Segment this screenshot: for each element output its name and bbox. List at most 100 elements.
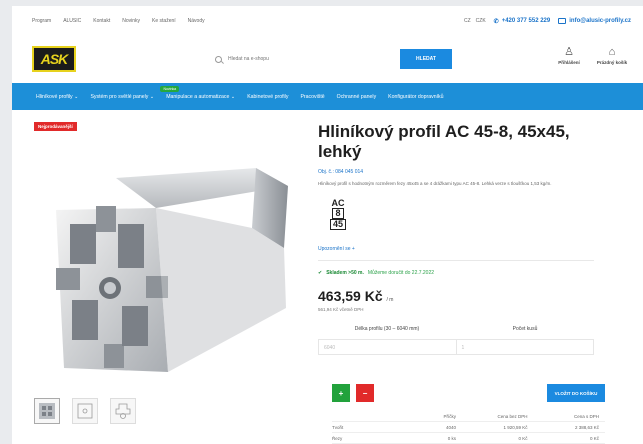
nav-label: Konfigurátor dopravníků bbox=[388, 93, 444, 100]
cart-button[interactable]: ⌂ Prázdný košík bbox=[594, 44, 630, 65]
nav-item-cabinet[interactable]: Kabinetové profily bbox=[247, 94, 288, 100]
nav-label: Kabinetové profily bbox=[247, 93, 289, 100]
price-table: Příčky Cena bez DPH Cena s DPH Tvořit 40… bbox=[332, 411, 605, 444]
main-nav: Hliníkové profily ⌄ Systém pro světlé pa… bbox=[12, 83, 643, 110]
nav-item-configurator[interactable]: Konfigurátor dopravníků bbox=[388, 94, 443, 100]
top-nav-download[interactable]: Ke stažení bbox=[152, 18, 176, 24]
search-button[interactable]: HLEDAT bbox=[400, 49, 452, 69]
table-cell: 4040 bbox=[445, 424, 456, 430]
price-value: 463,59 Kč bbox=[318, 288, 383, 304]
thumbnail-strip bbox=[34, 398, 136, 424]
product-image[interactable] bbox=[56, 158, 288, 386]
login-button[interactable]: ♙ Přihlášení bbox=[551, 44, 587, 65]
search-icon bbox=[215, 55, 222, 63]
thumbnail-photo[interactable] bbox=[34, 398, 60, 424]
nav-label: Ochranné panely bbox=[336, 93, 377, 100]
table-cell: 1 920,59 Kč bbox=[503, 424, 528, 430]
table-header-cell: Cena s DPH bbox=[574, 413, 600, 419]
profile-type-icon: AC 8 45 bbox=[318, 198, 358, 236]
table-row: Řezy 0 ks 0 Kč 0 Kč bbox=[332, 433, 605, 444]
top-right: CZ CZK ✆ +420 377 552 229 info@alusic-pr… bbox=[464, 6, 631, 36]
logo[interactable]: ASK bbox=[32, 46, 76, 72]
price-with-vat: 561,94 Kč včetně DPH bbox=[318, 307, 364, 312]
nav-item-workplace[interactable]: Pracoviště bbox=[300, 94, 324, 100]
top-nav-program[interactable]: Program bbox=[32, 18, 51, 24]
envelope-icon bbox=[558, 18, 567, 24]
nav-label: Hliníkové profily bbox=[36, 93, 73, 100]
price-unit: / m bbox=[386, 297, 394, 303]
table-cell: Řezy bbox=[332, 435, 343, 441]
nav-label: Systém pro světlé panely bbox=[90, 93, 149, 100]
stock-ok: Skladem >50 m. bbox=[326, 270, 364, 276]
top-nav-alusic[interactable]: ALUSIC bbox=[63, 18, 81, 24]
table-cell: 0 Kč bbox=[590, 435, 600, 441]
locale-switch[interactable]: CZ CZK bbox=[464, 18, 486, 24]
phone-link[interactable]: ✆ +420 377 552 229 bbox=[494, 18, 551, 25]
login-label: Přihlášení bbox=[558, 60, 580, 65]
table-cell: Tvořit bbox=[332, 424, 344, 430]
top-nav: Program ALUSIC Kontakt Novinky Ke stažen… bbox=[12, 18, 205, 24]
top-nav-novinky[interactable]: Novinky bbox=[122, 18, 140, 24]
profile-photo-icon bbox=[39, 403, 55, 419]
chevron-down-icon: ⌄ bbox=[230, 93, 236, 100]
delivery-date: Můžeme doručit do 22.7.2022 bbox=[367, 270, 435, 276]
minus-icon: − bbox=[362, 388, 368, 398]
cart-icon: ⌂ bbox=[608, 46, 616, 58]
option-labels: Délka profilu (30 – 6040 mm) Počet kusů bbox=[318, 326, 594, 332]
bestseller-badge: Nejprodávanější bbox=[34, 122, 77, 131]
add-to-cart-button[interactable]: VLOŽIT DO KOŠÍKU bbox=[547, 384, 605, 402]
table-cell: 0 Kč bbox=[518, 435, 528, 441]
product-detail: Hliníkový profil AC 45-8, 45x45, lehký O… bbox=[318, 122, 602, 355]
plus-icon: + bbox=[338, 388, 344, 398]
chevron-down-icon: ⌄ bbox=[74, 93, 79, 100]
length-label: Délka profilu (30 – 6040 mm) bbox=[354, 326, 420, 332]
table-row: Tvořit 4040 1 920,59 Kč 2 388,63 Kč bbox=[332, 422, 605, 433]
nav-item-profiles[interactable]: Hliníkové profily ⌄ bbox=[36, 94, 78, 100]
product-page: Program ALUSIC Kontakt Novinky Ke stažen… bbox=[12, 6, 643, 444]
cart-label: Prázdný košík bbox=[596, 60, 628, 65]
table-header: Příčky Cena bez DPH Cena s DPH bbox=[332, 411, 605, 422]
search-input[interactable] bbox=[228, 56, 378, 62]
thumbnail-drawing[interactable] bbox=[72, 398, 98, 424]
cart-actions: + − VLOŽIT DO KOŠÍKU bbox=[332, 384, 605, 404]
language-select[interactable]: CZ bbox=[464, 18, 471, 24]
nav-item-protective[interactable]: Ochranné panely bbox=[337, 94, 377, 100]
length-field[interactable]: 6040 bbox=[319, 340, 457, 354]
profile-drawing-icon bbox=[77, 403, 93, 419]
option-inputs: 6040 1 bbox=[318, 339, 594, 355]
table-cell: 0 ks bbox=[447, 435, 456, 441]
nav-item-panels[interactable]: Systém pro světlé panely ⌄ Novinka bbox=[90, 85, 180, 100]
qty-field[interactable]: 1 bbox=[457, 340, 594, 354]
nav-label: Manipulace a automatizace bbox=[166, 93, 230, 100]
profile-icon-slot: 8 bbox=[332, 208, 344, 219]
thumbnail-connector[interactable] bbox=[110, 398, 136, 424]
top-bar: Program ALUSIC Kontakt Novinky Ke stažen… bbox=[12, 6, 643, 36]
profile-icon-size: 45 bbox=[329, 219, 346, 230]
profile-icon-series: AC bbox=[331, 198, 345, 208]
product-code: Obj. č.: 084 045 014 bbox=[318, 169, 364, 175]
new-badge: Novinka bbox=[160, 85, 180, 92]
product-description: Hliníkový profil s hodnotným rozměrem fe… bbox=[318, 181, 552, 186]
header: ASK HLEDAT ♙ Přihlášení ⌂ Prázdný košík bbox=[12, 38, 643, 80]
divider bbox=[318, 260, 594, 261]
product-title: Hliníkový profil AC 45-8, 45x45, lehký bbox=[318, 122, 570, 161]
decrease-button[interactable]: − bbox=[356, 384, 374, 402]
chevron-down-icon: ⌄ bbox=[149, 93, 155, 100]
price: 463,59 Kč / m bbox=[318, 288, 602, 304]
top-nav-navody[interactable]: Návody bbox=[188, 18, 205, 24]
stock-status: ✔ Skladem >50 m. Můžeme doručit do 22.7.… bbox=[318, 270, 602, 276]
table-cell: 2 388,63 Kč bbox=[574, 424, 600, 430]
check-icon: ✔ bbox=[318, 270, 323, 276]
table-header-cell: Cena bez DPH bbox=[497, 413, 528, 419]
currency-select[interactable]: CZK bbox=[476, 18, 486, 24]
top-nav-kontakt[interactable]: Kontakt bbox=[93, 18, 110, 24]
nav-item-automation[interactable]: Manipulace a automatizace ⌄ bbox=[166, 94, 235, 100]
more-info-link[interactable]: Upozornění se + bbox=[318, 246, 602, 252]
logo-text: ASK bbox=[40, 51, 69, 67]
email-address: info@alusic-profily.cz bbox=[569, 18, 631, 24]
phone-icon: ✆ bbox=[493, 18, 499, 25]
email-link[interactable]: info@alusic-profily.cz bbox=[558, 18, 631, 24]
increase-button[interactable]: + bbox=[332, 384, 350, 402]
search-box bbox=[215, 50, 400, 68]
nav-label: Pracoviště bbox=[300, 93, 325, 100]
